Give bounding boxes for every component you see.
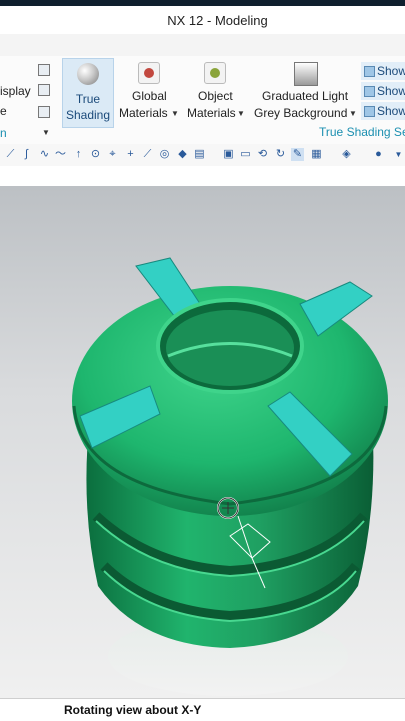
rotate-icon[interactable]: ⟲ xyxy=(256,148,269,161)
global-materials-label-2[interactable]: Materials xyxy=(119,106,168,120)
select-icon[interactable]: ▦ xyxy=(310,148,323,161)
graduated-background-icon[interactable] xyxy=(294,62,318,86)
graduated-dropdown-icon[interactable]: ▼ xyxy=(349,109,357,118)
toolbar-gap xyxy=(0,166,405,186)
status-text: Rotating view about X-Y xyxy=(64,703,202,717)
ribbon-panel: isplay e n ▼ True Shading Global Materia… xyxy=(0,56,405,145)
global-materials-label-1[interactable]: Global xyxy=(132,89,167,103)
red-material-dot xyxy=(144,68,154,78)
group-label-left: n xyxy=(0,126,7,140)
object-materials-label-2[interactable]: Materials xyxy=(187,106,236,120)
graduated-light-label-1[interactable]: Graduated Light xyxy=(262,89,348,103)
show-icon xyxy=(364,106,375,117)
status-bar: Rotating view about X-Y xyxy=(0,698,405,721)
brush-icon[interactable]: ✎ xyxy=(291,148,304,161)
chevron-down-icon[interactable]: ▼ xyxy=(42,128,50,137)
lid-opening-inner xyxy=(166,310,294,386)
show-icon xyxy=(364,66,375,77)
e-label[interactable]: e xyxy=(0,104,7,118)
view-front-icon[interactable]: ▣ xyxy=(222,148,235,161)
show-icon xyxy=(364,86,375,97)
sphere-shading-icon xyxy=(77,63,99,85)
display-label[interactable]: isplay xyxy=(0,84,31,98)
diagonal-icon[interactable]: ⟋ xyxy=(141,148,154,161)
true-shading-label-1: True xyxy=(75,92,101,106)
show-label-2: Show xyxy=(377,84,405,98)
window-title: NX 12 - Modeling xyxy=(167,12,268,28)
show-button-3[interactable]: Show xyxy=(361,102,405,120)
sphere-icon[interactable]: ● xyxy=(372,148,385,161)
true-shading-button[interactable]: True Shading xyxy=(62,58,114,128)
plus-icon[interactable]: + xyxy=(124,148,137,161)
object-materials-icon[interactable] xyxy=(204,62,226,84)
green-material-dot xyxy=(210,68,220,78)
ribbon-tab-strip xyxy=(0,34,405,57)
layers-icon[interactable]: ◈ xyxy=(340,148,353,161)
global-materials-dropdown-icon[interactable]: ▼ xyxy=(171,109,179,118)
refresh-icon[interactable]: ↻ xyxy=(274,148,287,161)
curve-icon[interactable]: ∫ xyxy=(20,148,33,161)
true-shading-group-label: True Shading Se xyxy=(319,125,405,139)
graphics-viewport[interactable] xyxy=(0,186,405,698)
show-button-2[interactable]: Show xyxy=(361,82,405,100)
display-icon[interactable] xyxy=(38,84,50,96)
title-bar: NX 12 - Modeling xyxy=(0,6,405,34)
show-button-1[interactable]: Show xyxy=(361,62,405,80)
globe-icon[interactable]: ◎ xyxy=(158,148,171,161)
dropdown-icon[interactable]: ▼ xyxy=(392,148,405,161)
selection-toolbar: ⟋ ∫ ∿ 〜 ↑ ⊙ ⌖ + ⟋ ◎ ◆ ▤ ▣ ▭ ⟲ ↻ ✎ ▦ ◈ ● … xyxy=(0,144,405,167)
snap-icon[interactable]: ⌖ xyxy=(106,148,119,161)
eraser-icon[interactable]: ◆ xyxy=(176,148,189,161)
book-icon[interactable]: ▤ xyxy=(193,148,206,161)
box-icon[interactable] xyxy=(38,106,50,118)
global-materials-icon[interactable] xyxy=(138,62,160,84)
object-materials-label-1[interactable]: Object xyxy=(198,89,233,103)
arrow-icon[interactable]: ↑ xyxy=(72,148,85,161)
circle-target-icon[interactable]: ⊙ xyxy=(89,148,102,161)
wave-icon[interactable]: 〜 xyxy=(54,148,67,161)
water-tank-3d-model xyxy=(72,257,388,696)
graduated-light-label-2[interactable]: Grey Background xyxy=(254,106,347,120)
spline-icon[interactable]: ∿ xyxy=(38,148,51,161)
object-materials-dropdown-icon[interactable]: ▼ xyxy=(237,109,245,118)
true-shading-label-2: Shading xyxy=(65,108,111,122)
show-label-1: Show xyxy=(377,64,405,78)
line-icon[interactable]: ⟋ xyxy=(4,148,17,161)
view-image-icon[interactable]: ▭ xyxy=(239,148,252,161)
show-label-3: Show xyxy=(377,104,405,118)
crop-icon[interactable] xyxy=(38,64,50,76)
